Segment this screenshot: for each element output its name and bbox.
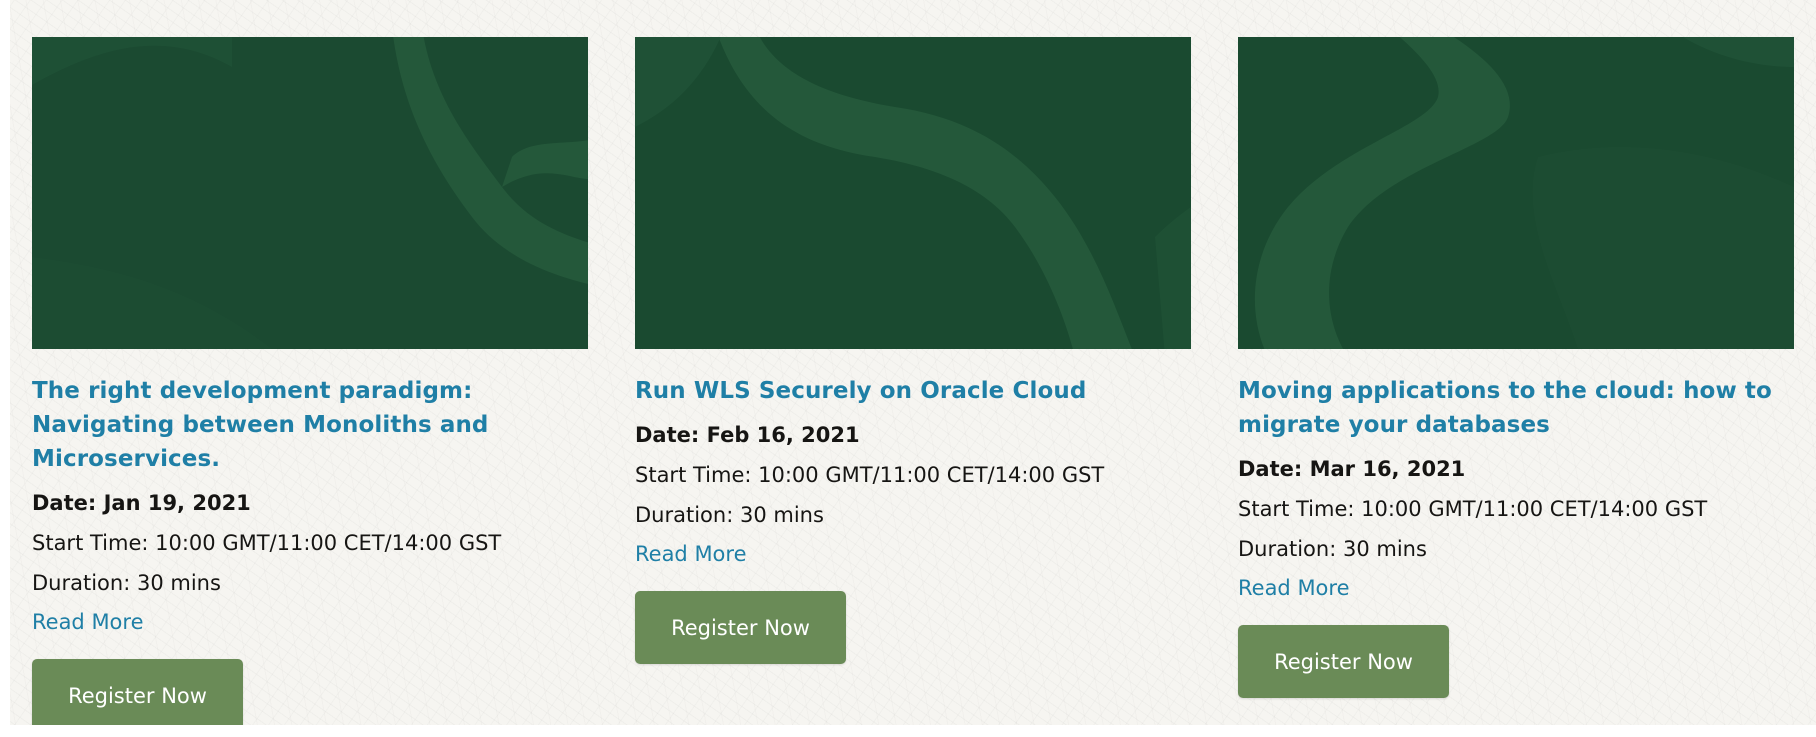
event-duration: Duration: 30 mins [1238,537,1427,561]
event-start-time: Start Time: 10:00 GMT/11:00 CET/14:00 GS… [635,463,1105,487]
read-more-link[interactable]: Read More [32,607,144,637]
page-bottom-strip [0,725,1816,737]
register-now-button[interactable]: Register Now [32,659,243,732]
event-start-time: Start Time: 10:00 GMT/11:00 CET/14:00 GS… [32,531,502,555]
event-date: Date: Mar 16, 2021 [1238,457,1466,481]
event-image-pattern [635,37,1191,349]
event-duration: Duration: 30 mins [32,571,221,595]
event-image [635,37,1191,349]
page-left-edge [0,0,10,737]
event-card: Moving applications to the cloud: how to… [1238,37,1794,732]
event-duration: Duration: 30 mins [635,503,824,527]
event-image-pattern [1238,37,1794,349]
events-row: The right development paradigm: Navigati… [32,37,1794,732]
event-card: Run WLS Securely on Oracle Cloud Date: F… [635,37,1191,732]
read-more-link[interactable]: Read More [1238,573,1350,603]
event-title[interactable]: The right development paradigm: Navigati… [32,374,588,476]
read-more-link[interactable]: Read More [635,539,747,569]
event-image-pattern [32,37,588,349]
event-card: The right development paradigm: Navigati… [32,37,588,732]
register-now-button[interactable]: Register Now [1238,625,1449,698]
event-date: Date: Feb 16, 2021 [635,423,860,447]
event-title[interactable]: Moving applications to the cloud: how to… [1238,374,1794,442]
event-title[interactable]: Run WLS Securely on Oracle Cloud [635,374,1191,408]
event-start-time: Start Time: 10:00 GMT/11:00 CET/14:00 GS… [1238,497,1708,521]
event-image [1238,37,1794,349]
event-date: Date: Jan 19, 2021 [32,491,251,515]
event-image [32,37,588,349]
register-now-button[interactable]: Register Now [635,591,846,664]
